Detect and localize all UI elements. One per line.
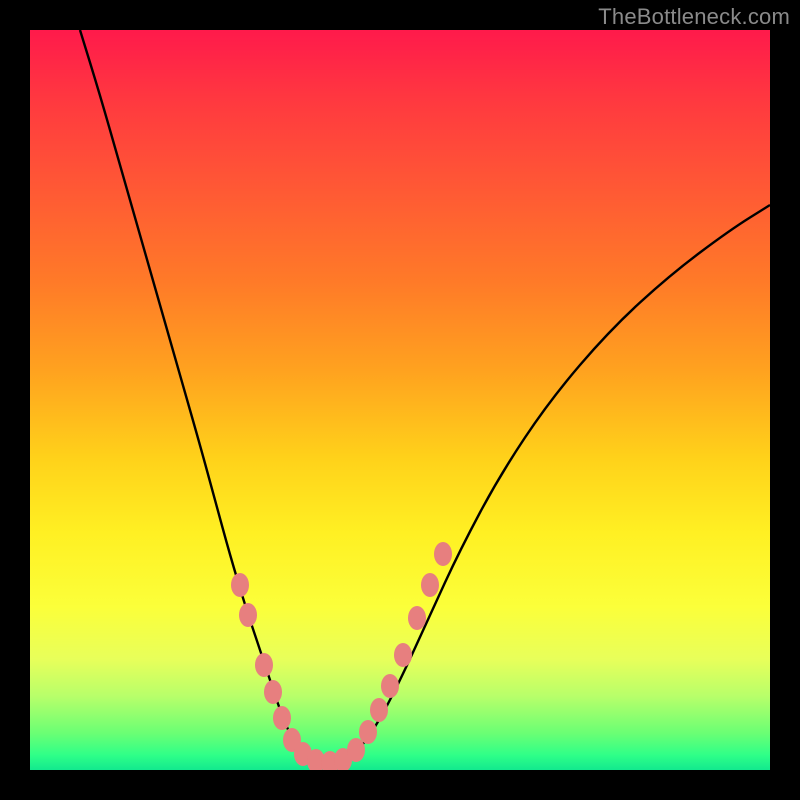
marker-dot — [434, 542, 452, 566]
marker-dot — [255, 653, 273, 677]
marker-dot — [273, 706, 291, 730]
marker-dot — [231, 573, 249, 597]
marker-dot — [370, 698, 388, 722]
marker-dot — [394, 643, 412, 667]
watermark-text: TheBottleneck.com — [598, 4, 790, 30]
marker-dot — [264, 680, 282, 704]
marker-group — [231, 542, 452, 770]
marker-dot — [421, 573, 439, 597]
marker-dot — [347, 738, 365, 762]
bottleneck-curve — [80, 30, 770, 762]
curve-right — [348, 205, 770, 758]
curve-layer — [30, 30, 770, 770]
chart-frame: TheBottleneck.com — [0, 0, 800, 800]
curve-left — [80, 30, 308, 758]
marker-dot — [381, 674, 399, 698]
marker-dot — [239, 603, 257, 627]
gradient-plot-area — [30, 30, 770, 770]
marker-dot — [359, 720, 377, 744]
marker-dot — [408, 606, 426, 630]
